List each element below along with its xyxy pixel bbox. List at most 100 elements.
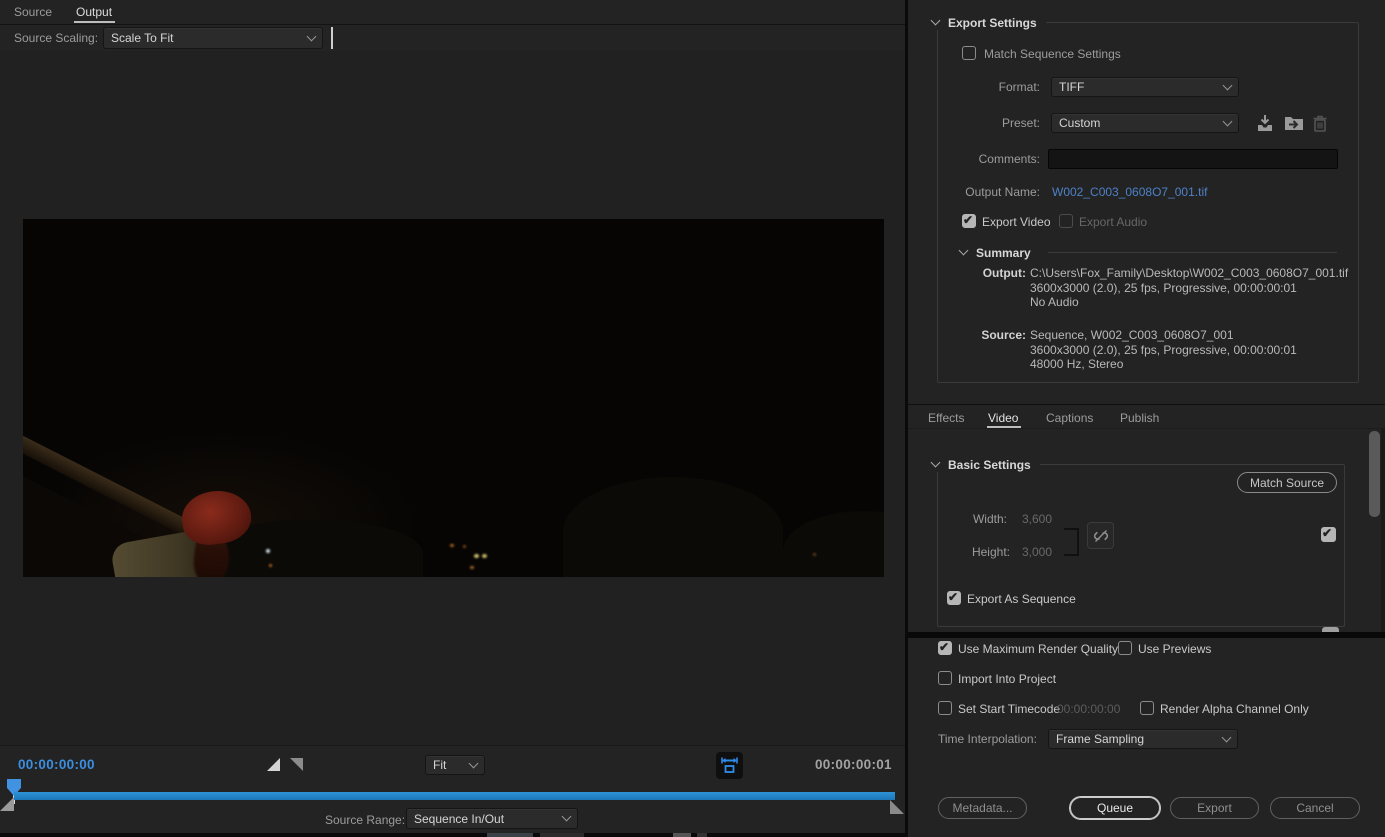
basic-settings-title: Basic Settings [948, 457, 1031, 472]
height-label: Height: [971, 545, 1010, 559]
match-sequence-settings-checkbox[interactable] [962, 46, 976, 60]
summary-source-lines: Sequence, W002_C003_0608O7_001 3600x3000… [1030, 328, 1297, 371]
output-name-link[interactable]: W002_C003_0608O7_001.tif [1052, 185, 1207, 199]
queue-button[interactable]: Queue [1070, 797, 1160, 819]
filmstrip-edge [0, 833, 905, 837]
source-range-value: Sequence In/Out [414, 811, 505, 826]
video-preview-frame[interactable] [23, 219, 884, 577]
metadata-button[interactable]: Metadata... [938, 797, 1027, 819]
time-interpolation-value: Frame Sampling [1056, 732, 1145, 746]
fit-width-icon [721, 757, 738, 773]
width-value: 3,600 [1022, 512, 1053, 526]
zoom-level-select[interactable]: Fit [425, 755, 485, 775]
distant-light [470, 566, 474, 569]
filmstrip-thumb [697, 833, 707, 837]
tab-output[interactable]: Output [76, 5, 112, 19]
chevron-down-icon [468, 758, 479, 768]
source-range-select[interactable]: Sequence In/Out [406, 808, 578, 829]
tree-silhouette [783, 511, 884, 577]
link-width-height-button[interactable] [1087, 522, 1114, 549]
import-into-project-checkbox[interactable] [938, 671, 952, 685]
settings-tabbar: Effects Video Captions Publish [908, 404, 1385, 429]
range-end-handle[interactable] [890, 800, 904, 814]
match-source-button[interactable]: Match Source [1237, 472, 1337, 493]
delete-preset-button[interactable] [1311, 112, 1329, 134]
set-out-point-button[interactable] [290, 758, 303, 771]
use-previews-checkbox[interactable] [1118, 641, 1132, 655]
scrollbar-track[interactable] [1381, 429, 1385, 632]
tab-effects[interactable]: Effects [928, 411, 964, 425]
section-collapse-icon [930, 15, 941, 26]
export-audio-label: Export Audio [1079, 215, 1148, 229]
duration-timecode: 00:00:00:01 [815, 757, 892, 772]
use-previews-label: Use Previews [1138, 642, 1212, 656]
set-start-timecode-checkbox[interactable] [938, 701, 952, 715]
zoom-level-value: Fit [433, 758, 447, 772]
use-maximum-render-quality-label: Use Maximum Render Quality [958, 642, 1119, 656]
tab-publish[interactable]: Publish [1120, 411, 1159, 425]
render-alpha-channel-only-label: Render Alpha Channel Only [1160, 702, 1309, 716]
match-sequence-settings-label: Match Sequence Settings [984, 47, 1121, 61]
format-select[interactable]: TIFF [1051, 77, 1239, 97]
tree-silhouette [563, 477, 783, 577]
settings-panel: Export Settings Match Sequence Settings … [908, 0, 1385, 837]
export-button[interactable]: Export [1170, 797, 1259, 819]
range-start-handle[interactable] [0, 797, 14, 811]
fit-width-button[interactable] [716, 752, 743, 779]
comments-input[interactable] [1048, 149, 1338, 169]
timeline-range-bar[interactable] [14, 792, 895, 800]
chevron-down-icon [1222, 80, 1233, 90]
summary-output-label: Output: [982, 266, 1026, 280]
export-settings-title: Export Settings [948, 15, 1037, 30]
filmstrip-thumb [673, 833, 691, 837]
tab-output-underline [74, 21, 115, 23]
section-divider [908, 632, 1385, 638]
summary-header[interactable]: Summary [958, 245, 1040, 260]
export-settings-dialog: Source Output Source Scaling: Scale To F… [0, 0, 1385, 837]
tab-video-underline [987, 426, 1021, 428]
filmstrip-thumb [487, 833, 533, 837]
source-scaling-select[interactable]: Scale To Fit [103, 27, 323, 49]
current-timecode[interactable]: 00:00:00:00 [18, 757, 95, 772]
basic-settings-header[interactable]: Basic Settings [930, 457, 1040, 472]
scrollbar-thumb[interactable] [1369, 431, 1380, 517]
comments-label: Comments: [978, 152, 1040, 166]
export-video-label: Export Video [982, 215, 1051, 229]
chevron-down-icon [1221, 732, 1232, 742]
source-scaling-label: Source Scaling: [14, 31, 99, 45]
section-collapse-icon [930, 457, 941, 468]
constrain-checkbox[interactable] [1321, 526, 1336, 542]
section-collapse-icon [958, 245, 969, 256]
distant-light [266, 549, 270, 553]
cancel-button[interactable]: Cancel [1270, 797, 1360, 819]
summary-rule [1048, 252, 1337, 253]
import-preset-button[interactable] [1282, 112, 1306, 134]
delete-preset-icon [1313, 115, 1327, 132]
save-preset-icon [1258, 114, 1272, 131]
preview-panel: Source Output Source Scaling: Scale To F… [0, 0, 905, 837]
format-label: Format: [998, 80, 1040, 94]
start-timecode-value: 00:00:00:00 [1057, 702, 1121, 716]
tab-source[interactable]: Source [14, 5, 52, 19]
export-settings-header[interactable]: Export Settings [930, 15, 1046, 30]
preset-label: Preset: [1001, 116, 1040, 130]
time-interpolation-select[interactable]: Frame Sampling [1048, 729, 1238, 749]
use-maximum-render-quality-checkbox[interactable] [938, 640, 952, 655]
source-range-label: Source Range: [325, 813, 406, 827]
save-preset-button[interactable] [1254, 112, 1276, 134]
import-preset-icon [1285, 117, 1303, 130]
export-video-checkbox[interactable] [962, 213, 976, 228]
distant-light [450, 544, 454, 547]
size-link-bracket [1064, 528, 1079, 556]
set-in-point-button[interactable] [267, 758, 280, 771]
source-scaling-value: Scale To Fit [111, 31, 174, 45]
chevron-down-icon [1222, 116, 1233, 126]
tab-captions[interactable]: Captions [1046, 411, 1093, 425]
preset-select[interactable]: Custom [1051, 113, 1239, 133]
render-alpha-channel-only-checkbox[interactable] [1140, 701, 1154, 715]
tab-video[interactable]: Video [988, 411, 1018, 425]
output-name-label: Output Name: [965, 185, 1040, 199]
export-as-sequence-checkbox[interactable] [947, 590, 961, 605]
preset-value: Custom [1059, 116, 1101, 130]
distant-light [482, 554, 487, 558]
